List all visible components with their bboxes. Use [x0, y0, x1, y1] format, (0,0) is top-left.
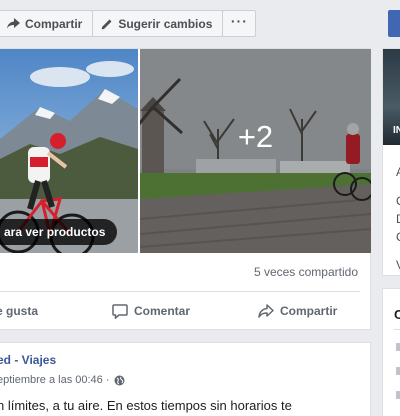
right-card-2-title: C	[394, 307, 400, 322]
right-card-2-icon-1	[396, 343, 400, 351]
right-card-2-icon-3	[396, 391, 400, 399]
right-thumbnail[interactable]: IN	[383, 49, 400, 145]
share-arrow-icon	[258, 304, 274, 318]
comment-bubble-icon	[112, 303, 128, 319]
more-options-button[interactable]: ···	[222, 10, 257, 37]
globe-icon	[114, 375, 125, 385]
more-photos-count: +2	[237, 119, 274, 154]
right-text-4: C	[396, 230, 400, 244]
like-button[interactable]: e gusta	[0, 292, 38, 330]
page: Compartir Sugerir cambios ··· +2 ara ver…	[0, 0, 400, 416]
share-label: Compartir	[280, 304, 338, 318]
page-action-toolbar: Compartir Sugerir cambios ···	[0, 10, 257, 37]
post-photo-more[interactable]: +2	[140, 49, 371, 253]
right-column-card: IN A C D C V	[382, 48, 400, 276]
pencil-icon	[102, 19, 112, 29]
right-card-2-icon-2	[396, 367, 400, 375]
share-arrow-icon	[7, 18, 20, 29]
view-products-tag[interactable]: ara ver productos	[0, 219, 118, 245]
suggest-edits-button[interactable]: Sugerir cambios	[92, 10, 224, 37]
share-page-button[interactable]: Compartir	[0, 10, 94, 37]
post-actions-bar: e gusta Comentar Compartir	[0, 292, 371, 330]
right-text-2: C	[396, 194, 400, 208]
primary-action-button[interactable]	[388, 10, 400, 37]
right-thumbnail-label: IN	[393, 125, 400, 136]
post-text: n límites, a tu aire. En estos tiempos s…	[0, 398, 292, 413]
share-count[interactable]: 5 veces compartido	[254, 265, 358, 279]
post-timestamp[interactable]: eptiembre a las 00:46 ·	[0, 374, 125, 386]
right-card-2-divider	[394, 329, 400, 330]
post-date-text: eptiembre a las 00:46 ·	[0, 374, 110, 386]
post-author[interactable]: ed - Viajes	[0, 353, 56, 367]
right-text-3: D	[396, 212, 400, 226]
post-card: +2 ara ver productos 5 veces compartido …	[0, 48, 371, 330]
share-page-label: Compartir	[25, 16, 83, 31]
right-column-card-2: C	[382, 288, 400, 416]
post-card-2: ed - Viajes eptiembre a las 00:46 · n lí…	[0, 342, 371, 416]
comment-button[interactable]: Comentar	[112, 292, 190, 330]
right-text-1: A	[396, 165, 400, 179]
comment-label: Comentar	[134, 304, 191, 318]
more-icon: ···	[230, 13, 248, 29]
suggest-edits-label: Sugerir cambios	[118, 16, 213, 31]
share-button[interactable]: Compartir	[258, 292, 337, 330]
like-label: e gusta	[0, 304, 39, 318]
right-text-5: V	[396, 258, 400, 272]
